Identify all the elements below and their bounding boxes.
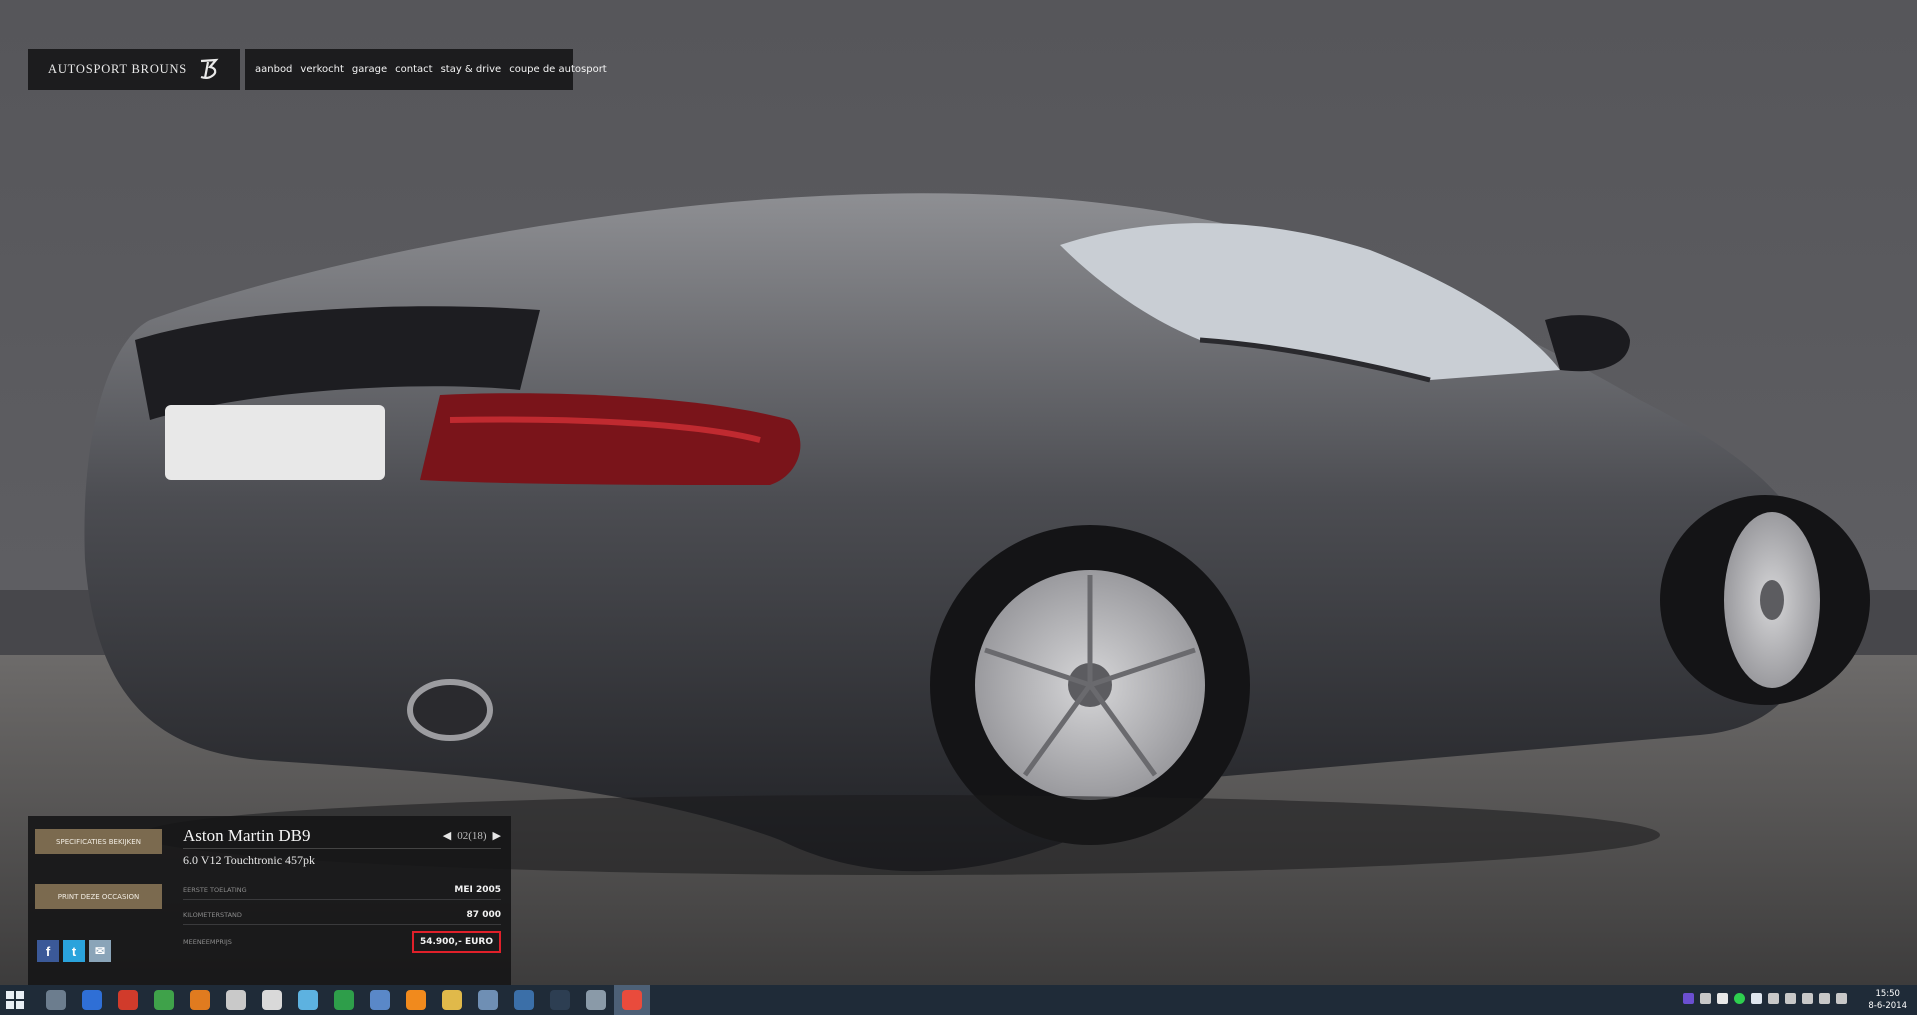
tray-status-icon[interactable] (1734, 993, 1745, 1004)
app-icon[interactable] (218, 985, 254, 1015)
spec-row-first-registration: EERSTE TOELATING MEI 2005 (183, 881, 501, 900)
utility-icon[interactable] (146, 985, 182, 1015)
taskbar-pinned-apps (38, 985, 650, 1015)
next-car-icon[interactable]: ▶ (493, 829, 501, 842)
car-info-panel: SPECIFICATIES BEKIJKEN PRINT DEZE OCCASI… (28, 816, 511, 985)
folder-icon-glyph (442, 990, 462, 1010)
facebook-icon[interactable]: f (37, 940, 59, 962)
print-occasion-button[interactable]: PRINT DEZE OCCASION (35, 884, 162, 909)
previous-car-icon[interactable]: ◀ (443, 829, 451, 842)
chrome-icon-glyph (622, 990, 642, 1010)
paint-icon-glyph (262, 990, 282, 1010)
file-explorer-icon[interactable] (38, 985, 74, 1015)
tray-tool-icon[interactable] (1700, 993, 1711, 1004)
game-app-icon[interactable] (470, 985, 506, 1015)
logo-text: AUTOSPORT BROUNS (48, 62, 188, 76)
pager-count: 02(18) (457, 829, 487, 842)
tray-app-icon[interactable] (1683, 993, 1694, 1004)
nav-aanbod[interactable]: aanbod (255, 64, 292, 75)
malwarebytes-icon[interactable] (74, 985, 110, 1015)
avatar-app-icon[interactable] (506, 985, 542, 1015)
nav-garage[interactable]: garage (352, 64, 387, 75)
avatar-app-icon-glyph (514, 990, 534, 1010)
spec-label: KILOMETERSTAND (183, 911, 242, 919)
car-title: Aston Martin DB9 (183, 826, 311, 845)
car-pager: ◀ 02(18) ▶ (443, 829, 501, 843)
spec-label: MEENEEMPRIJS (183, 938, 232, 946)
media-player-icon-glyph (190, 990, 210, 1010)
twitter-icon[interactable]: t (63, 940, 85, 962)
chrome-icon[interactable] (614, 985, 650, 1015)
volume-icon[interactable] (1802, 993, 1813, 1004)
camera-app-icon-glyph (586, 990, 606, 1010)
keyboard-icon[interactable] (1819, 993, 1830, 1004)
nav-stay-drive[interactable]: stay & drive (441, 64, 502, 75)
app-icon-glyph (226, 990, 246, 1010)
clock-date: 8-6-2014 (1868, 1001, 1907, 1011)
camera-app-icon[interactable] (578, 985, 614, 1015)
price-value: 54.900,- EURO (411, 931, 501, 953)
tray-drive-icon[interactable] (1751, 993, 1762, 1004)
title-divider (183, 848, 501, 849)
document-app-icon-glyph (298, 990, 318, 1010)
utorrent-icon-glyph (334, 990, 354, 1010)
vlc-icon[interactable] (398, 985, 434, 1015)
spec-value: MEI 2005 (454, 885, 501, 895)
social-links: f t ✉ (37, 940, 111, 962)
notepad-icon-glyph (370, 990, 390, 1010)
paint-icon[interactable] (254, 985, 290, 1015)
steam-icon[interactable] (542, 985, 578, 1015)
brouns-b-logo-icon (196, 57, 222, 86)
system-tray (1683, 993, 1847, 1004)
windows-start-icon[interactable] (0, 985, 30, 1015)
notification-icon[interactable] (1836, 993, 1847, 1004)
document-app-icon[interactable] (290, 985, 326, 1015)
spec-value: 87 000 (466, 910, 501, 920)
utility-icon-glyph (154, 990, 174, 1010)
clock-time: 15:50 (1875, 989, 1900, 999)
notepad-icon[interactable] (362, 985, 398, 1015)
ccleaner-icon[interactable] (110, 985, 146, 1015)
folder-icon[interactable] (434, 985, 470, 1015)
ccleaner-icon-glyph (118, 990, 138, 1010)
nav-coupe-de-autosport[interactable]: coupe de autosport (509, 64, 607, 75)
action-center-flag-icon[interactable] (1717, 993, 1728, 1004)
mail-icon[interactable]: ✉ (89, 940, 111, 962)
nav-contact[interactable]: contact (395, 64, 432, 75)
main-navigation: aanbod verkocht garage contact stay & dr… (245, 49, 607, 90)
vlc-icon-glyph (406, 990, 426, 1010)
system-clock[interactable]: 15:50 8-6-2014 (1868, 988, 1907, 1012)
specifications-button[interactable]: SPECIFICATIES BEKIJKEN (35, 829, 162, 854)
site-logo[interactable]: AUTOSPORT BROUNS (28, 49, 240, 90)
media-player-icon[interactable] (182, 985, 218, 1015)
steam-icon-glyph (550, 990, 570, 1010)
spec-row-mileage: KILOMETERSTAND 87 000 (183, 906, 501, 925)
windows-taskbar: 15:50 8-6-2014 (0, 985, 1917, 1015)
malwarebytes-icon-glyph (82, 990, 102, 1010)
spec-row-price: MEENEEMPRIJS 54.900,- EURO (183, 929, 501, 955)
utorrent-icon[interactable] (326, 985, 362, 1015)
game-app-icon-glyph (478, 990, 498, 1010)
network-icon[interactable] (1785, 993, 1796, 1004)
car-subtitle: 6.0 V12 Touchtronic 457pk (183, 853, 316, 867)
nav-verkocht[interactable]: verkocht (300, 64, 344, 75)
file-explorer-icon-glyph (46, 990, 66, 1010)
spec-label: EERSTE TOELATING (183, 886, 247, 894)
tray-sync-icon[interactable] (1768, 993, 1779, 1004)
